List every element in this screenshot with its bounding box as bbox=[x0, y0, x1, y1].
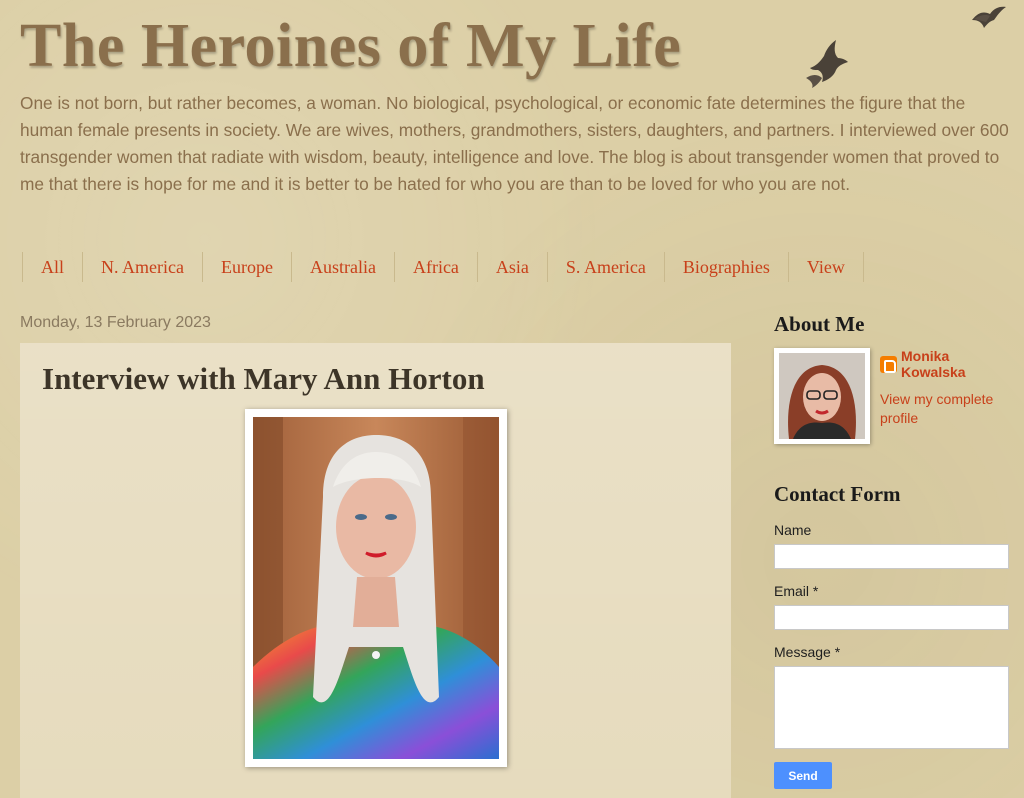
tab-europe[interactable]: Europe bbox=[201, 252, 291, 282]
email-label: Email * bbox=[774, 583, 819, 599]
message-field[interactable] bbox=[774, 666, 1009, 749]
post-card: Interview with Mary Ann Horton bbox=[20, 343, 731, 798]
tab-australia[interactable]: Australia bbox=[290, 252, 394, 282]
profile-name-row: Monika Kowalska bbox=[880, 348, 1014, 380]
profile-info: Monika Kowalska View my complete profile bbox=[880, 348, 1014, 444]
tab-south-america[interactable]: S. America bbox=[546, 252, 664, 282]
tab-asia[interactable]: Asia bbox=[476, 252, 547, 282]
post-photo[interactable] bbox=[245, 409, 507, 767]
message-label: Message * bbox=[774, 644, 841, 660]
name-field[interactable] bbox=[774, 544, 1009, 569]
blog-header: The Heroines of My Life One is not born,… bbox=[20, 8, 1020, 198]
tab-biographies[interactable]: Biographies bbox=[663, 252, 788, 282]
avatar-image bbox=[779, 353, 865, 439]
send-button[interactable]: Send bbox=[774, 762, 832, 789]
view-profile-link[interactable]: View my complete profile bbox=[880, 390, 1000, 428]
blogger-icon bbox=[880, 355, 897, 373]
portrait-image bbox=[253, 417, 499, 759]
tab-all[interactable]: All bbox=[22, 252, 82, 282]
blog-title[interactable]: The Heroines of My Life bbox=[20, 8, 1020, 84]
post-date: Monday, 13 February 2023 bbox=[20, 314, 211, 331]
blog-description: One is not born, but rather becomes, a w… bbox=[20, 93, 1009, 194]
sidebar: About Me Monika Kowalska View my complet… bbox=[774, 312, 1014, 789]
bird-silhouette-icon bbox=[972, 6, 1006, 29]
bird-silhouette-icon bbox=[806, 40, 848, 88]
profile-name-link[interactable]: Monika Kowalska bbox=[901, 348, 1014, 380]
tab-navigation: All N. America Europe Australia Africa A… bbox=[22, 252, 864, 282]
tab-africa[interactable]: Africa bbox=[393, 252, 477, 282]
tab-north-america[interactable]: N. America bbox=[82, 252, 202, 282]
name-label: Name bbox=[774, 522, 812, 538]
avatar[interactable] bbox=[774, 348, 870, 444]
post-title[interactable]: Interview with Mary Ann Horton bbox=[42, 361, 485, 397]
email-field[interactable] bbox=[774, 605, 1009, 630]
contact-form-title: Contact Form bbox=[774, 482, 901, 506]
profile-widget: Monika Kowalska View my complete profile bbox=[774, 348, 1014, 444]
tab-view[interactable]: View bbox=[787, 252, 864, 282]
about-me-title: About Me bbox=[774, 312, 865, 336]
